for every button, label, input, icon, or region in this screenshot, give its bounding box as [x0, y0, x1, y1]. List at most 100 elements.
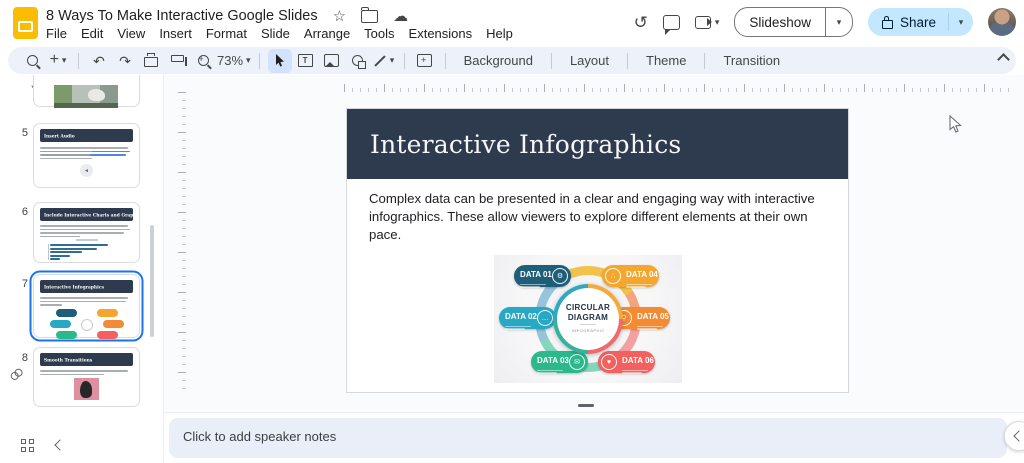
menu-file[interactable]: File — [39, 24, 74, 43]
speaker-notes-input[interactable]: Click to add speaker notes — [169, 418, 1007, 458]
document-title[interactable]: 8 Ways To Make Interactive Google Slides — [46, 8, 318, 24]
infographic-pill-data04: ∴ DATA 04 — [602, 265, 659, 287]
notes-resize-handle[interactable] — [578, 404, 594, 407]
search-menus-button[interactable] — [20, 49, 44, 73]
select-tool-button[interactable] — [268, 49, 292, 73]
mini-slide-header: Insert Audio — [40, 129, 133, 142]
mini-center-circle — [81, 319, 93, 331]
mini-chart-legend — [76, 239, 98, 241]
insert-comment-button[interactable] — [413, 49, 437, 73]
slide-thumbnail-8[interactable]: Smooth Transitions — [33, 347, 140, 407]
layout-button[interactable]: Layout — [560, 53, 619, 68]
print-icon — [144, 57, 158, 67]
horizontal-ruler — [344, 84, 1014, 92]
divider — [580, 324, 596, 325]
cloud-status-icon[interactable]: ☁ — [393, 9, 408, 24]
menu-arrange[interactable]: Arrange — [297, 24, 357, 43]
infographic-center-circle: CIRCULAR DIAGRAM INFOGRAPHIC — [553, 284, 623, 354]
infographic-center-text: CIRCULAR — [566, 303, 610, 313]
placeholder-line — [40, 151, 130, 153]
mini-slide-title: Insert Audio — [44, 133, 75, 139]
comments-icon[interactable] — [663, 15, 680, 30]
mini-infographic — [50, 309, 124, 339]
slide-thumbnail-5[interactable]: Insert Audio ◄ — [33, 123, 140, 188]
grid-view-icon[interactable] — [21, 439, 34, 452]
redo-icon: ↷ — [119, 54, 131, 68]
placeholder-line — [40, 147, 128, 149]
slide-number: 8 — [12, 352, 28, 364]
paint-format-icon — [171, 55, 184, 62]
placeholder-line — [40, 301, 126, 303]
insert-shape-button[interactable] — [346, 49, 370, 73]
theme-button[interactable]: Theme — [636, 53, 696, 68]
circular-diagram-infographic[interactable]: DATA 01 ⚙ DATA 02 … DATA 03 ✉ ∴ DATA — [494, 255, 682, 383]
toolbar-separator — [704, 53, 705, 69]
mini-pill — [97, 331, 118, 339]
toolbar-separator — [551, 53, 552, 69]
slide-title-bar[interactable]: Interactive Infographics — [347, 109, 848, 179]
menu-edit[interactable]: Edit — [74, 24, 110, 43]
placeholder-line — [40, 232, 124, 234]
new-slide-button[interactable]: + ▾ — [46, 49, 70, 73]
insert-image-button[interactable] — [320, 49, 344, 73]
infographic-center-text: DIAGRAM — [568, 313, 608, 323]
toolbar-separator — [404, 53, 405, 69]
transition-button[interactable]: Transition — [713, 53, 790, 68]
placeholder-line — [40, 304, 62, 306]
menu-extensions[interactable]: Extensions — [402, 24, 480, 43]
menubar: File Edit View Insert Format Slide Arran… — [39, 24, 520, 43]
background-button[interactable]: Background — [454, 53, 543, 68]
paint-format-button[interactable] — [165, 49, 189, 73]
placeholder-line — [40, 158, 92, 160]
slide-title[interactable]: Interactive Infographics — [370, 130, 681, 159]
share-dropdown-caret[interactable]: ▾ — [948, 13, 973, 31]
zoom-level-control[interactable]: 73% ▾ — [217, 49, 251, 73]
video-call-control[interactable]: ▾ — [695, 16, 720, 29]
slideshow-dropdown-caret[interactable]: ▾ — [826, 18, 852, 27]
current-slide[interactable]: Interactive Infographics Complex data ca… — [346, 108, 849, 393]
slide-number: 5 — [12, 127, 28, 139]
menu-slide[interactable]: Slide — [254, 24, 297, 43]
toolbar: + ▾ ↶ ↷ 73% ▾ ▾ Background Layout Theme — [8, 47, 1016, 74]
slide-thumbnail-6[interactable]: Include Interactive Charts and Graphs — [33, 202, 140, 263]
move-folder-icon[interactable] — [361, 10, 378, 23]
slide-body-text[interactable]: Complex data can be presented in a clear… — [369, 190, 837, 245]
star-icon[interactable]: ☆ — [333, 9, 346, 24]
link-icon — [9, 366, 25, 381]
slide-thumbnail-7-selected[interactable]: Interactive Infographics — [33, 274, 140, 338]
print-button[interactable] — [139, 49, 163, 73]
collapse-filmstrip-icon[interactable] — [54, 439, 65, 450]
zoom-button[interactable] — [191, 49, 215, 73]
mini-bar-chart — [48, 244, 133, 260]
chevron-left-icon — [1013, 430, 1024, 441]
redo-button[interactable]: ↷ — [113, 49, 137, 73]
insert-line-button[interactable]: ▾ — [372, 49, 396, 73]
menu-view[interactable]: View — [110, 24, 152, 43]
share-button[interactable]: Share ▾ — [868, 8, 973, 36]
chat-icon: … — [537, 310, 553, 326]
slides-app-icon[interactable] — [13, 7, 38, 39]
zoom-icon — [198, 55, 209, 66]
speaker-notes-strip: Click to add speaker notes — [163, 412, 1024, 463]
slide-canvas-area[interactable]: Interactive Infographics Complex data ca… — [163, 75, 1024, 412]
menu-insert[interactable]: Insert — [152, 24, 199, 43]
slide-number: 6 — [12, 206, 28, 218]
toolbar-separator — [78, 53, 79, 69]
slideshow-button[interactable]: Slideshow ▾ — [734, 7, 853, 37]
chevron-down-icon: ▾ — [246, 56, 251, 65]
version-history-icon[interactable]: ↺ — [634, 14, 648, 31]
account-avatar[interactable] — [988, 8, 1016, 36]
text-box-button[interactable] — [294, 49, 318, 73]
menu-format[interactable]: Format — [199, 24, 254, 43]
menu-help[interactable]: Help — [479, 24, 520, 43]
slide-thumbnail-4[interactable] — [33, 75, 140, 107]
mini-pill — [50, 320, 71, 328]
toolbar-separator — [627, 53, 628, 69]
insert-line-icon — [374, 55, 385, 66]
menu-tools[interactable]: Tools — [357, 24, 401, 43]
mini-slide-header: Include Interactive Charts and Graphs — [40, 208, 133, 221]
mini-slide-title: Interactive Infographics — [44, 284, 104, 290]
infographic-pill-data02: DATA 02 … — [499, 307, 556, 329]
filmstrip-scrollbar[interactable] — [150, 225, 154, 337]
undo-button[interactable]: ↶ — [87, 49, 111, 73]
